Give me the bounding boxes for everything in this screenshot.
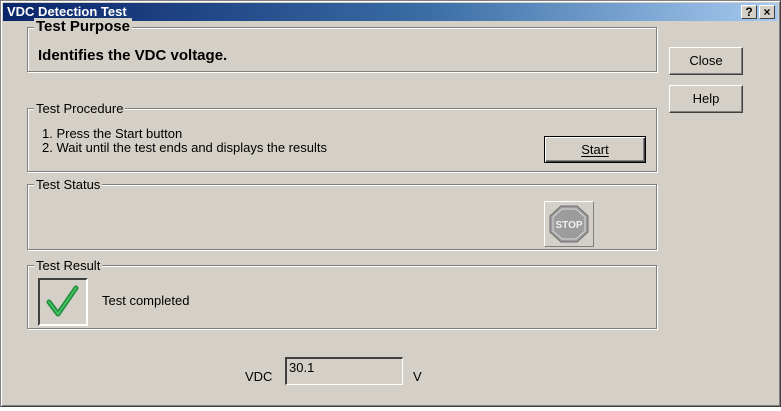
test-status-group: Test Status STOP [27,177,657,250]
test-purpose-group: Test Purpose Identifies the VDC voltage. [27,18,657,72]
test-purpose-legend: Test Purpose [34,18,132,36]
checkmark-icon [46,285,79,317]
stop-sign-icon: STOP [549,205,589,243]
test-result-legend: Test Result [34,258,103,273]
vdc-unit-label: V [413,369,422,384]
test-purpose-text: Identifies the VDC voltage. [38,47,228,64]
test-procedure-legend: Test Procedure [34,101,126,116]
vdc-value-field: 30.1 [285,357,403,385]
test-procedure-group: Test Procedure 1. Press the Start button… [27,101,657,172]
stop-sign-text: STOP [555,220,582,231]
close-button[interactable]: Close [669,47,743,75]
vdc-label: VDC [245,369,273,384]
test-result-text: Test completed [102,293,190,308]
close-button-label: Close [689,53,723,68]
help-button-label: Help [692,91,720,106]
help-caption-button[interactable]: ? [741,5,757,19]
result-indicator [38,278,88,326]
test-status-legend: Test Status [34,177,103,192]
close-caption-button[interactable]: × [759,5,775,19]
start-button-label: Start [581,142,609,157]
help-button[interactable]: Help [669,85,743,113]
procedure-step-2: 2. Wait until the test ends and displays… [42,140,327,155]
question-mark-icon: ? [745,5,753,19]
stop-indicator: STOP [544,201,594,247]
start-button[interactable]: Start [544,136,646,163]
test-result-group: Test Result Test completed [27,258,657,329]
vdc-value: 30.1 [289,360,315,375]
procedure-step-1: 1. Press the Start button [42,126,183,141]
close-icon: × [763,5,771,19]
dialog-window: VDC Detection Test ? × Test Purpose Iden… [0,0,781,407]
